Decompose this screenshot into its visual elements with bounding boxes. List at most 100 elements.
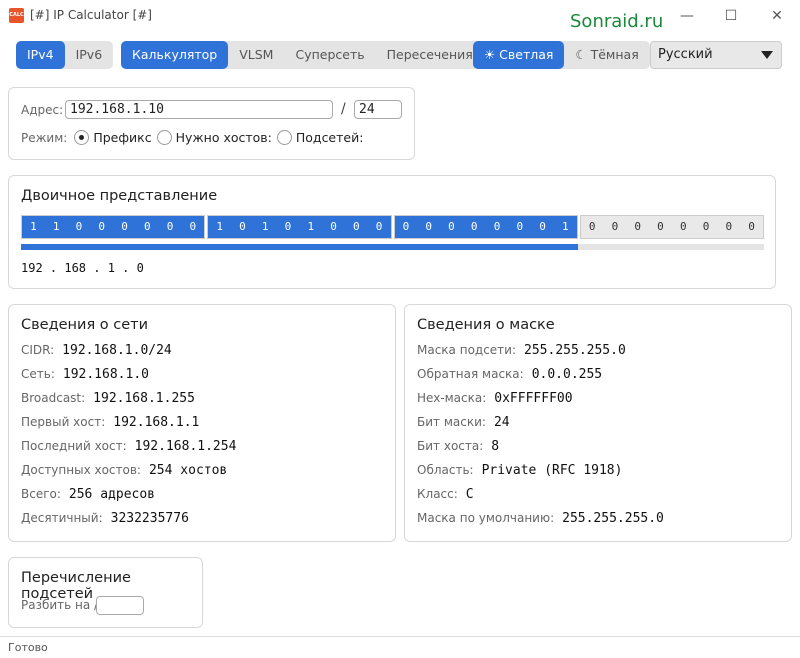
tab-vlsm[interactable]: VLSM (228, 41, 284, 69)
minimize-button[interactable]: — (677, 6, 697, 26)
network-info-row: Последний хост: 192.168.1.254 (21, 439, 236, 459)
network-bit: 0 (417, 216, 441, 238)
ip-address-input[interactable]: 192.168.1.10 (65, 100, 333, 119)
network-bit: 0 (181, 216, 205, 238)
mode-radio-group: Режим: Префикс Нужно хостов: Подсетей: (21, 130, 363, 145)
mask-info-label: Бит хоста: (417, 439, 484, 453)
binary-card: Двоичное представление 11000000101010000… (8, 175, 776, 289)
mask-info-label: Класс: (417, 487, 458, 501)
binary-bits: 11000000101010000000000100000000 (21, 215, 764, 239)
network-bit: 1 (208, 216, 232, 238)
close-button[interactable]: ✕ (767, 6, 787, 26)
tab-calculator[interactable]: Калькулятор (121, 41, 229, 69)
mask-info-row: Маска по умолчанию: 255.255.255.0 (417, 511, 664, 531)
mask-info-label: Маска по умолчанию: (417, 511, 555, 525)
mask-info-row: Бит хоста: 8 (417, 439, 499, 459)
network-bit: 0 (531, 216, 554, 238)
host-bit: 0 (694, 216, 718, 238)
binary-title: Двоичное представление (21, 188, 218, 204)
language-value: Русский (658, 47, 713, 62)
network-bit: 0 (231, 216, 254, 238)
network-bit: 0 (67, 216, 91, 238)
prefix-progress-bar (21, 244, 764, 250)
network-bit: 0 (440, 216, 463, 238)
host-bit: 0 (649, 216, 672, 238)
mask-info-title: Сведения о маске (417, 317, 555, 333)
network-bit: 0 (90, 216, 114, 238)
theme-light-button[interactable]: ☀ Светлая (473, 41, 565, 69)
host-bit: 0 (717, 216, 741, 238)
split-label: Разбить на / (21, 598, 99, 612)
network-info-value: 192.168.1.0/24 (62, 343, 172, 358)
prefix-progress-fill (21, 244, 579, 250)
host-bit: 0 (626, 216, 650, 238)
mask-info-label: Обратная маска: (417, 367, 524, 381)
binary-octet-1: 11000000 (21, 215, 206, 239)
binary-octet-2: 10101000 (207, 215, 392, 239)
tab-ipv4[interactable]: IPv4 (16, 41, 65, 69)
network-info-card: Сведения о сети CIDR: 192.168.1.0/24 Сеть:… (8, 304, 396, 542)
mode-tabs: Калькулятор VLSM Суперсеть Пересечения (121, 41, 484, 69)
network-bit: 1 (253, 216, 277, 238)
mask-info-value: 24 (493, 415, 510, 430)
network-bit: 0 (113, 216, 136, 238)
prefix-slash: / (341, 101, 346, 117)
network-info-value: 3232235776 (110, 511, 189, 526)
address-label: Адрес: (21, 103, 64, 117)
mask-info-row: Hex-маска: 0xFFFFFF00 (417, 391, 573, 411)
mask-info-value: Private (RFC 1918) (481, 463, 623, 478)
mode-label: Режим: (21, 130, 68, 145)
mask-info-card: Сведения о маске Маска подсети: 255.255.2… (404, 304, 792, 542)
network-bit: 1 (553, 216, 577, 238)
network-info-row: Доступных хостов: 254 хостов (21, 463, 227, 483)
network-info-value: 192.168.1.1 (113, 415, 200, 430)
network-info-row: Первый хост: 192.168.1.1 (21, 415, 199, 435)
maximize-button[interactable]: ☐ (721, 6, 741, 26)
binary-octet-3: 00000001 (393, 215, 578, 239)
network-info-row: Broadcast: 192.168.1.255 (21, 391, 195, 411)
network-bit: 0 (462, 216, 486, 238)
network-info-row: Сеть: 192.168.1.0 (21, 367, 149, 387)
mask-info-row: Маска подсети: 255.255.255.0 (417, 343, 626, 363)
network-info-label: Всего: (21, 487, 61, 501)
language-select[interactable]: Русский (650, 41, 782, 69)
radio-prefix[interactable] (74, 130, 90, 145)
network-info-label: Десятичный: (21, 511, 103, 525)
host-bit: 0 (603, 216, 627, 238)
network-info-label: CIDR: (21, 343, 55, 357)
network-info-row: Всего: 256 адресов (21, 487, 155, 507)
network-info-label: Сеть: (21, 367, 55, 381)
network-bit: 0 (158, 216, 182, 238)
theme-switch: ☀ Светлая ☾ Тёмная (473, 41, 650, 69)
binary-octet-4: 00000000 (579, 215, 764, 239)
network-info-value: 192.168.1.254 (134, 439, 237, 454)
host-bit: 0 (580, 216, 604, 238)
tab-supernet[interactable]: Суперсеть (284, 41, 375, 69)
network-bit: 0 (508, 216, 532, 238)
network-bit: 0 (485, 216, 509, 238)
radio-prefix-label: Префикс (93, 130, 152, 145)
network-info-value: 192.168.1.255 (93, 391, 195, 406)
network-info-value: 192.168.1.0 (62, 367, 149, 382)
tab-ipv6[interactable]: IPv6 (65, 41, 114, 69)
network-bit: 0 (322, 216, 345, 238)
radio-subnets[interactable] (276, 130, 292, 145)
network-bit: 1 (44, 216, 68, 238)
mask-info-row: Обратная маска: 0.0.0.255 (417, 367, 602, 387)
tab-overlaps[interactable]: Пересечения (376, 41, 484, 69)
network-info-row: CIDR: 192.168.1.0/24 (21, 343, 172, 363)
network-bit: 0 (394, 216, 418, 238)
network-bit: 0 (276, 216, 300, 238)
network-info-label: Broadcast: (21, 391, 86, 405)
network-bit: 1 (22, 216, 45, 238)
mask-info-value: 0.0.0.255 (531, 367, 603, 382)
dotted-address: 192 . 168 . 1 . 0 (21, 261, 144, 275)
theme-dark-button[interactable]: ☾ Тёмная (564, 41, 649, 69)
split-prefix-input[interactable] (96, 596, 144, 615)
mask-info-row: Класс: C (417, 487, 474, 507)
chevron-down-icon (761, 51, 773, 59)
title-bar: CALC [#] IP Calculator [#] Sonraid.ru — … (0, 0, 800, 32)
radio-hosts-needed[interactable] (156, 130, 172, 145)
prefix-input[interactable]: 24 (354, 100, 402, 119)
network-bit: 1 (299, 216, 323, 238)
